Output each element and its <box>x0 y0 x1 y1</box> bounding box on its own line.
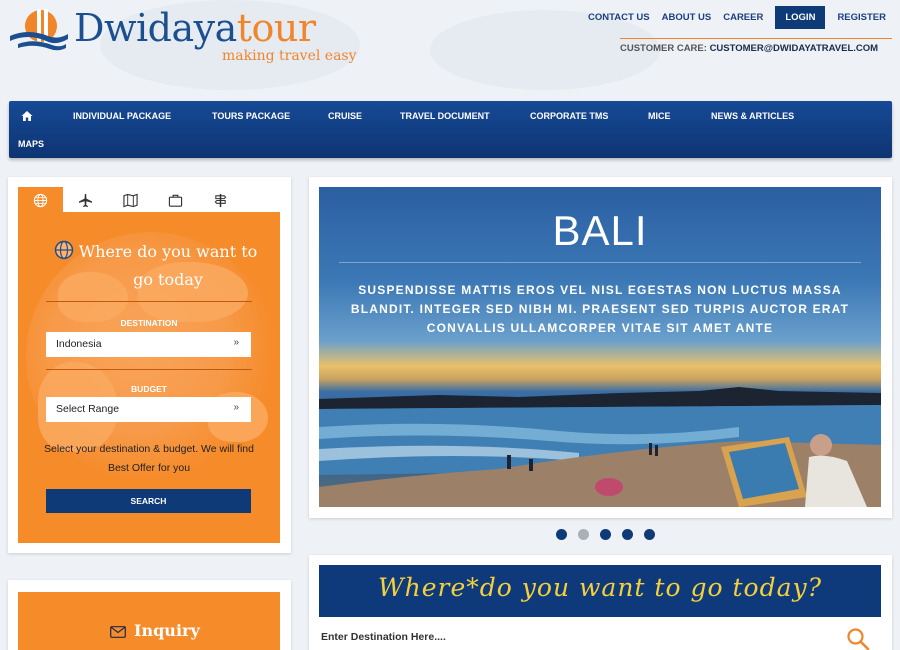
destination-value: Indonesia <box>56 338 102 350</box>
brand-logo[interactable]: Dwidayatour making travel easy <box>8 4 357 68</box>
customer-care-email[interactable]: CUSTOMER@DWIDAYATRAVEL.COM <box>710 43 879 54</box>
slide-bali[interactable]: BALI SUSPENDISSE MATTIS EROS VEL NISL EG… <box>319 187 881 507</box>
tab-map[interactable] <box>108 187 153 213</box>
plane-icon <box>78 193 93 207</box>
destination-banner: Where*do you want to go today? <box>319 565 881 617</box>
slide-divider <box>339 262 861 263</box>
tab-tour[interactable] <box>198 187 243 213</box>
nav-travel-document[interactable]: TRAVEL DOCUMENT <box>400 111 490 121</box>
budget-value: Select Range <box>56 403 120 415</box>
destination-finder: Where do you want to go today DESTINATIO… <box>18 212 280 543</box>
search-icon[interactable] <box>846 627 870 650</box>
register-link[interactable]: REGISTER <box>831 12 892 23</box>
nav-tours-package[interactable]: TOURS PACKAGE <box>212 111 290 121</box>
finder-title: Where do you want to go today <box>78 242 258 289</box>
destination-search-input[interactable] <box>321 627 831 647</box>
nav-individual-package[interactable]: INDIVIDUAL PACKAGE <box>73 111 171 121</box>
slide-dot-1[interactable] <box>556 529 567 540</box>
tab-package[interactable] <box>153 187 198 213</box>
search-tabs <box>18 187 243 213</box>
customer-care: CUSTOMER CARE: CUSTOMER@DWIDAYATRAVEL.CO… <box>620 38 892 54</box>
budget-label: BUDGET <box>131 384 167 394</box>
map-icon <box>123 193 138 207</box>
inquiry-button[interactable]: Inquiry <box>18 592 280 650</box>
career-link[interactable]: CAREER <box>717 12 769 23</box>
chevron-down-icon: » <box>233 402 239 413</box>
nav-news-articles[interactable]: NEWS & ARTICLES <box>711 111 794 121</box>
divider <box>46 301 252 302</box>
brand-tagline: making travel easy <box>222 48 357 64</box>
tab-destination[interactable] <box>18 187 63 213</box>
mail-icon <box>110 626 126 638</box>
slide-dot-3[interactable] <box>600 529 611 540</box>
finder-help-text: Select your destination & budget. We wil… <box>44 443 254 474</box>
divider <box>46 369 252 370</box>
chevron-down-icon: » <box>233 337 239 348</box>
nav-corporate-tms[interactable]: CORPORATE TMS <box>530 111 608 121</box>
banner-text: Where*do you want to go today? <box>377 573 823 602</box>
inquiry-label: Inquiry <box>134 621 200 640</box>
contact-us-link[interactable]: CONTACT US <box>582 12 656 23</box>
about-us-link[interactable]: ABOUT US <box>656 12 718 23</box>
briefcase-icon <box>168 194 183 207</box>
signpost-icon <box>214 193 227 207</box>
brand-name: Dwidayatour <box>74 6 316 50</box>
search-button[interactable]: SEARCH <box>46 489 251 513</box>
logo-emblem-icon <box>10 9 68 51</box>
destination-select[interactable]: Indonesia » <box>46 332 251 357</box>
nav-cruise[interactable]: CRUISE <box>328 111 362 121</box>
destination-label: DESTINATION <box>120 318 178 328</box>
tab-flight[interactable] <box>63 187 108 213</box>
beach-scene-image <box>319 387 881 507</box>
globe-icon <box>54 240 74 260</box>
slider-pagination <box>556 529 655 540</box>
top-links: CONTACT US ABOUT US CAREER LOGIN REGISTE… <box>582 6 892 29</box>
destination-search-card: Where*do you want to go today? <box>309 555 892 650</box>
home-icon[interactable] <box>21 110 33 122</box>
main-nav: INDIVIDUAL PACKAGE TOURS PACKAGE CRUISE … <box>9 101 892 158</box>
slide-title: BALI <box>552 207 648 254</box>
slide-dot-4[interactable] <box>622 529 633 540</box>
nav-mice[interactable]: MICE <box>648 111 671 121</box>
slide-caption: SUSPENDISSE MATTIS EROS VEL NISL EGESTAS… <box>350 283 850 335</box>
customer-care-label: CUSTOMER CARE: <box>620 43 707 54</box>
search-panel: Where do you want to go today DESTINATIO… <box>8 177 291 553</box>
hero-slider: BALI SUSPENDISSE MATTIS EROS VEL NISL EG… <box>309 177 892 518</box>
slide-dot-5[interactable] <box>644 529 655 540</box>
nav-maps[interactable]: MAPS <box>18 139 44 149</box>
budget-select[interactable]: Select Range » <box>46 397 251 422</box>
globe-icon <box>33 193 48 207</box>
slide-dot-2[interactable] <box>578 529 589 540</box>
inquiry-card: Inquiry <box>8 580 291 650</box>
login-button[interactable]: LOGIN <box>775 6 826 29</box>
